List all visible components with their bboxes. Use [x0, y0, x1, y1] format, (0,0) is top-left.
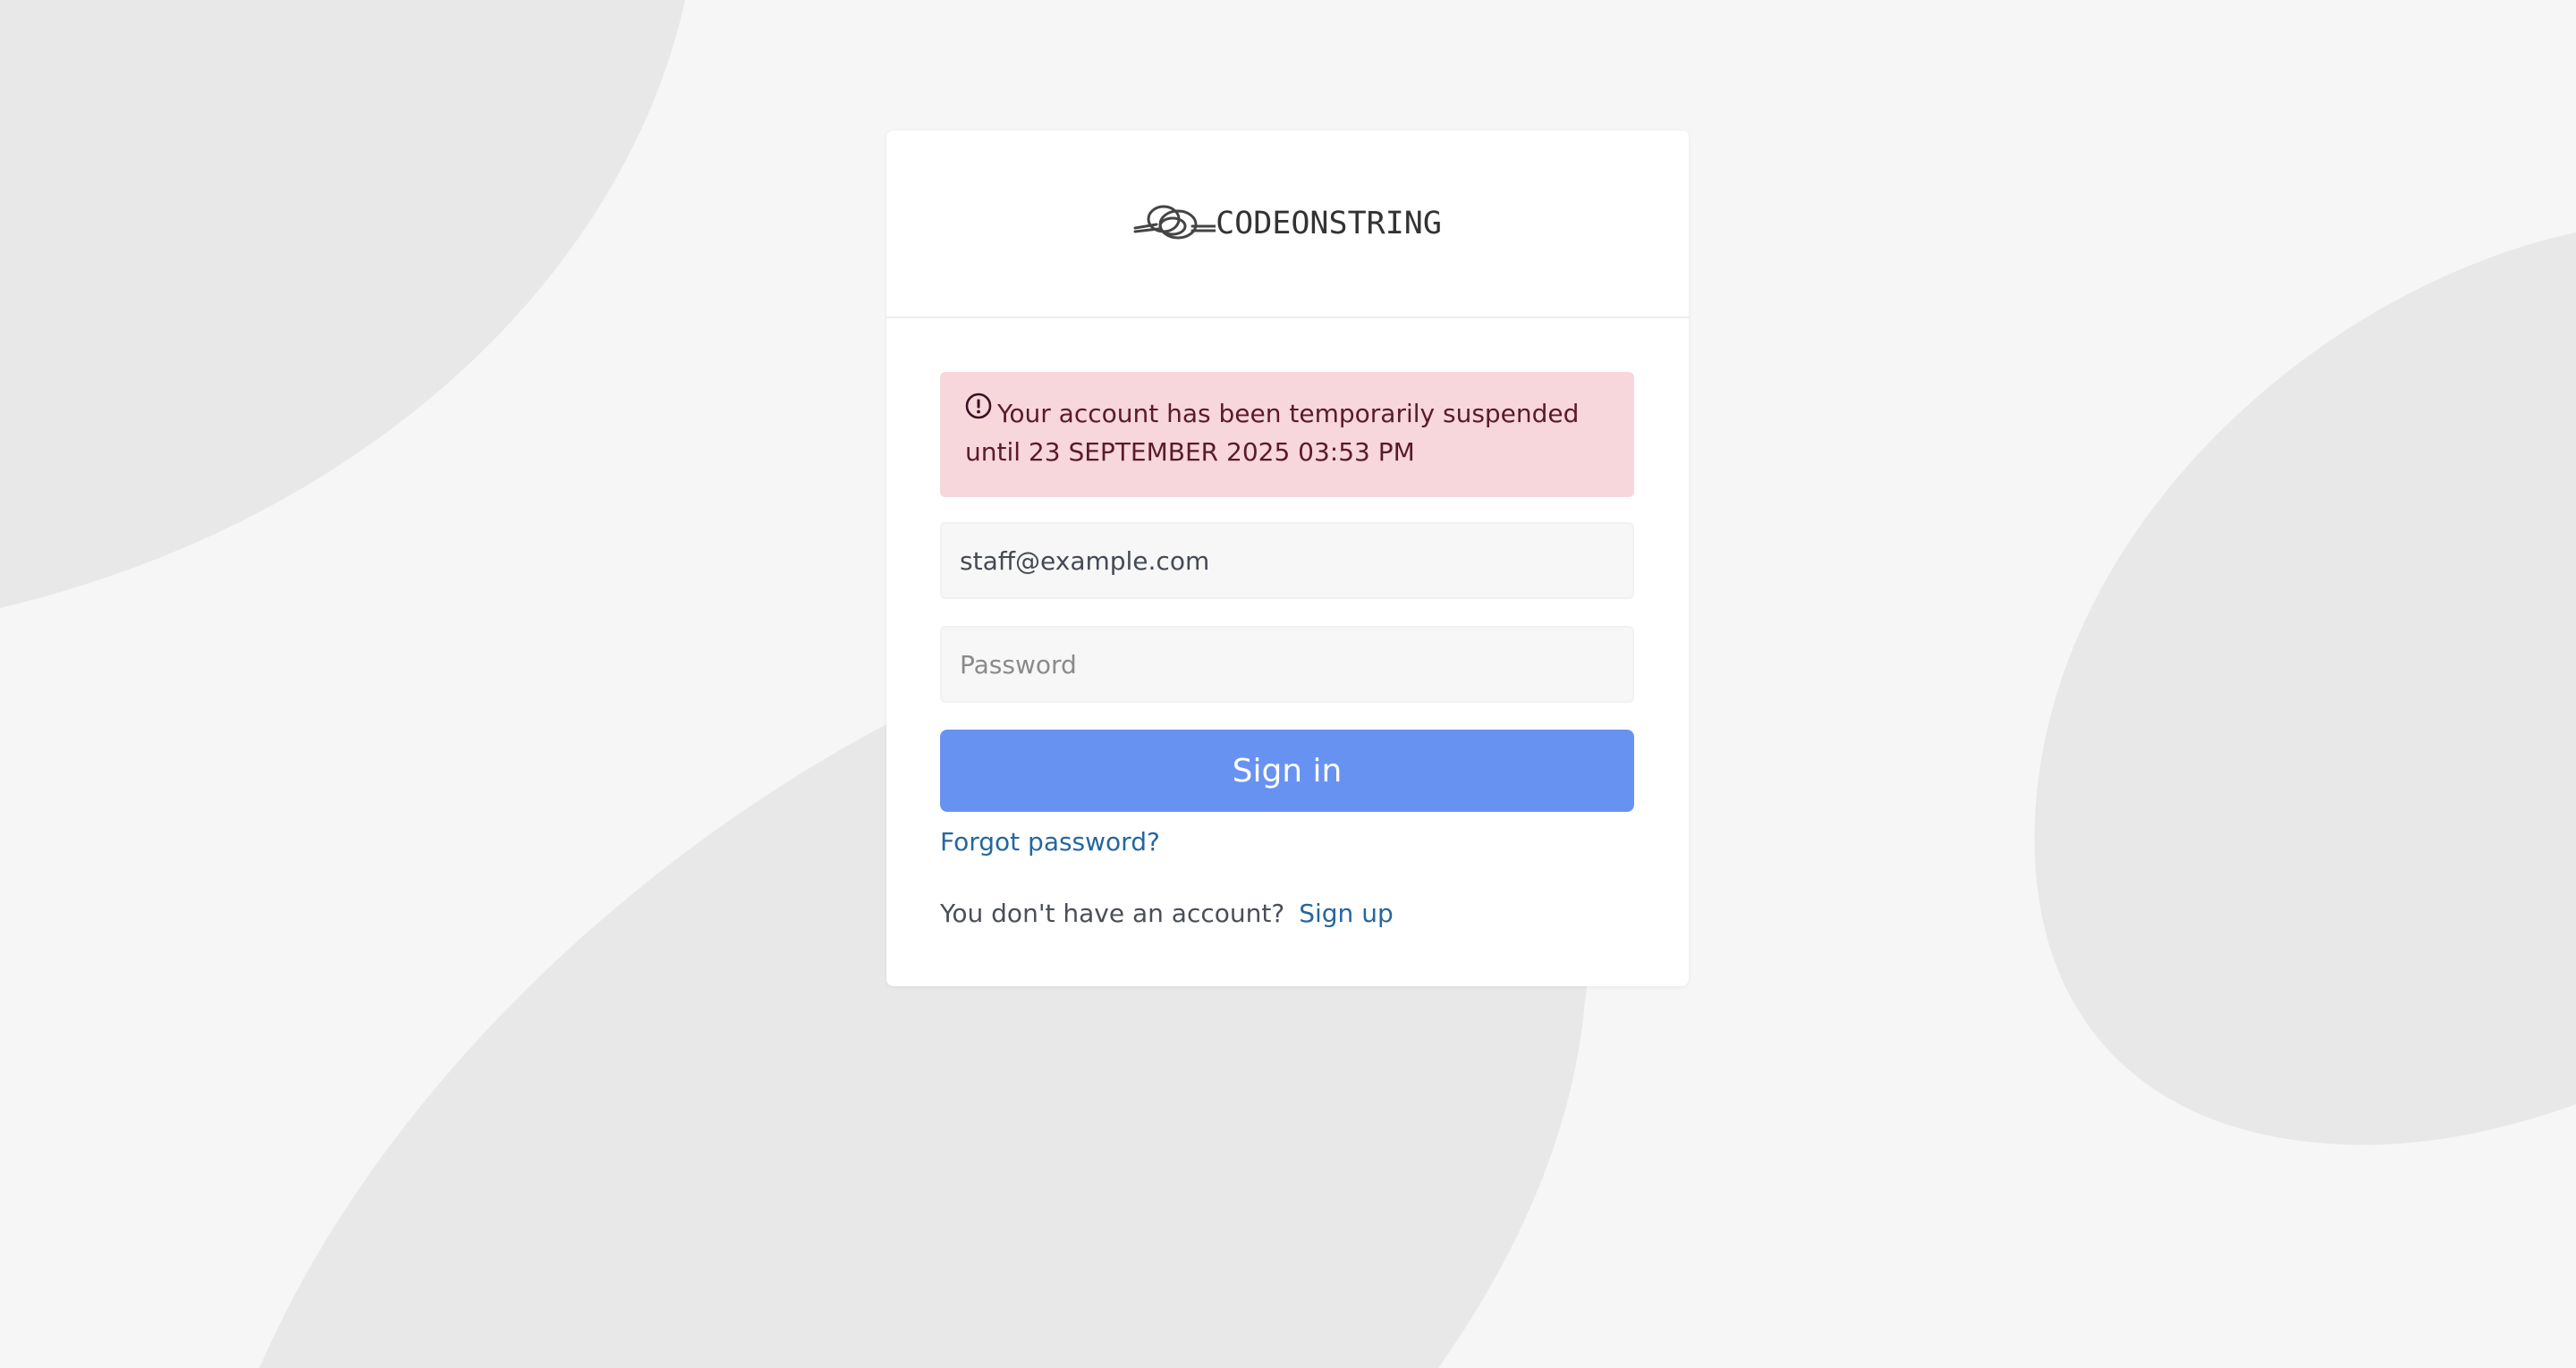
brand-name: CODEONSTRING	[1216, 206, 1442, 241]
login-card: CODEONSTRING Your account has been tempo…	[886, 131, 1689, 986]
email-field[interactable]	[940, 522, 1634, 599]
sign-up-link[interactable]: Sign up	[1299, 899, 1394, 928]
knot-logo-icon	[1133, 205, 1216, 240]
alert-message: Your account has been temporarily suspen…	[965, 399, 1580, 467]
password-field[interactable]	[940, 626, 1634, 703]
forgot-password-link[interactable]: Forgot password?	[940, 826, 1160, 858]
brand-logo: CODEONSTRING	[1133, 197, 1442, 250]
card-body: Your account has been temporarily suspen…	[886, 318, 1689, 930]
card-header: CODEONSTRING	[886, 131, 1689, 318]
suspension-alert: Your account has been temporarily suspen…	[940, 372, 1634, 497]
exclamation-circle-icon	[965, 393, 992, 430]
signup-row: You don't have an account? Sign up	[940, 898, 1635, 930]
no-account-text: You don't have an account?	[940, 899, 1285, 928]
sign-in-button[interactable]: Sign in	[940, 730, 1634, 812]
